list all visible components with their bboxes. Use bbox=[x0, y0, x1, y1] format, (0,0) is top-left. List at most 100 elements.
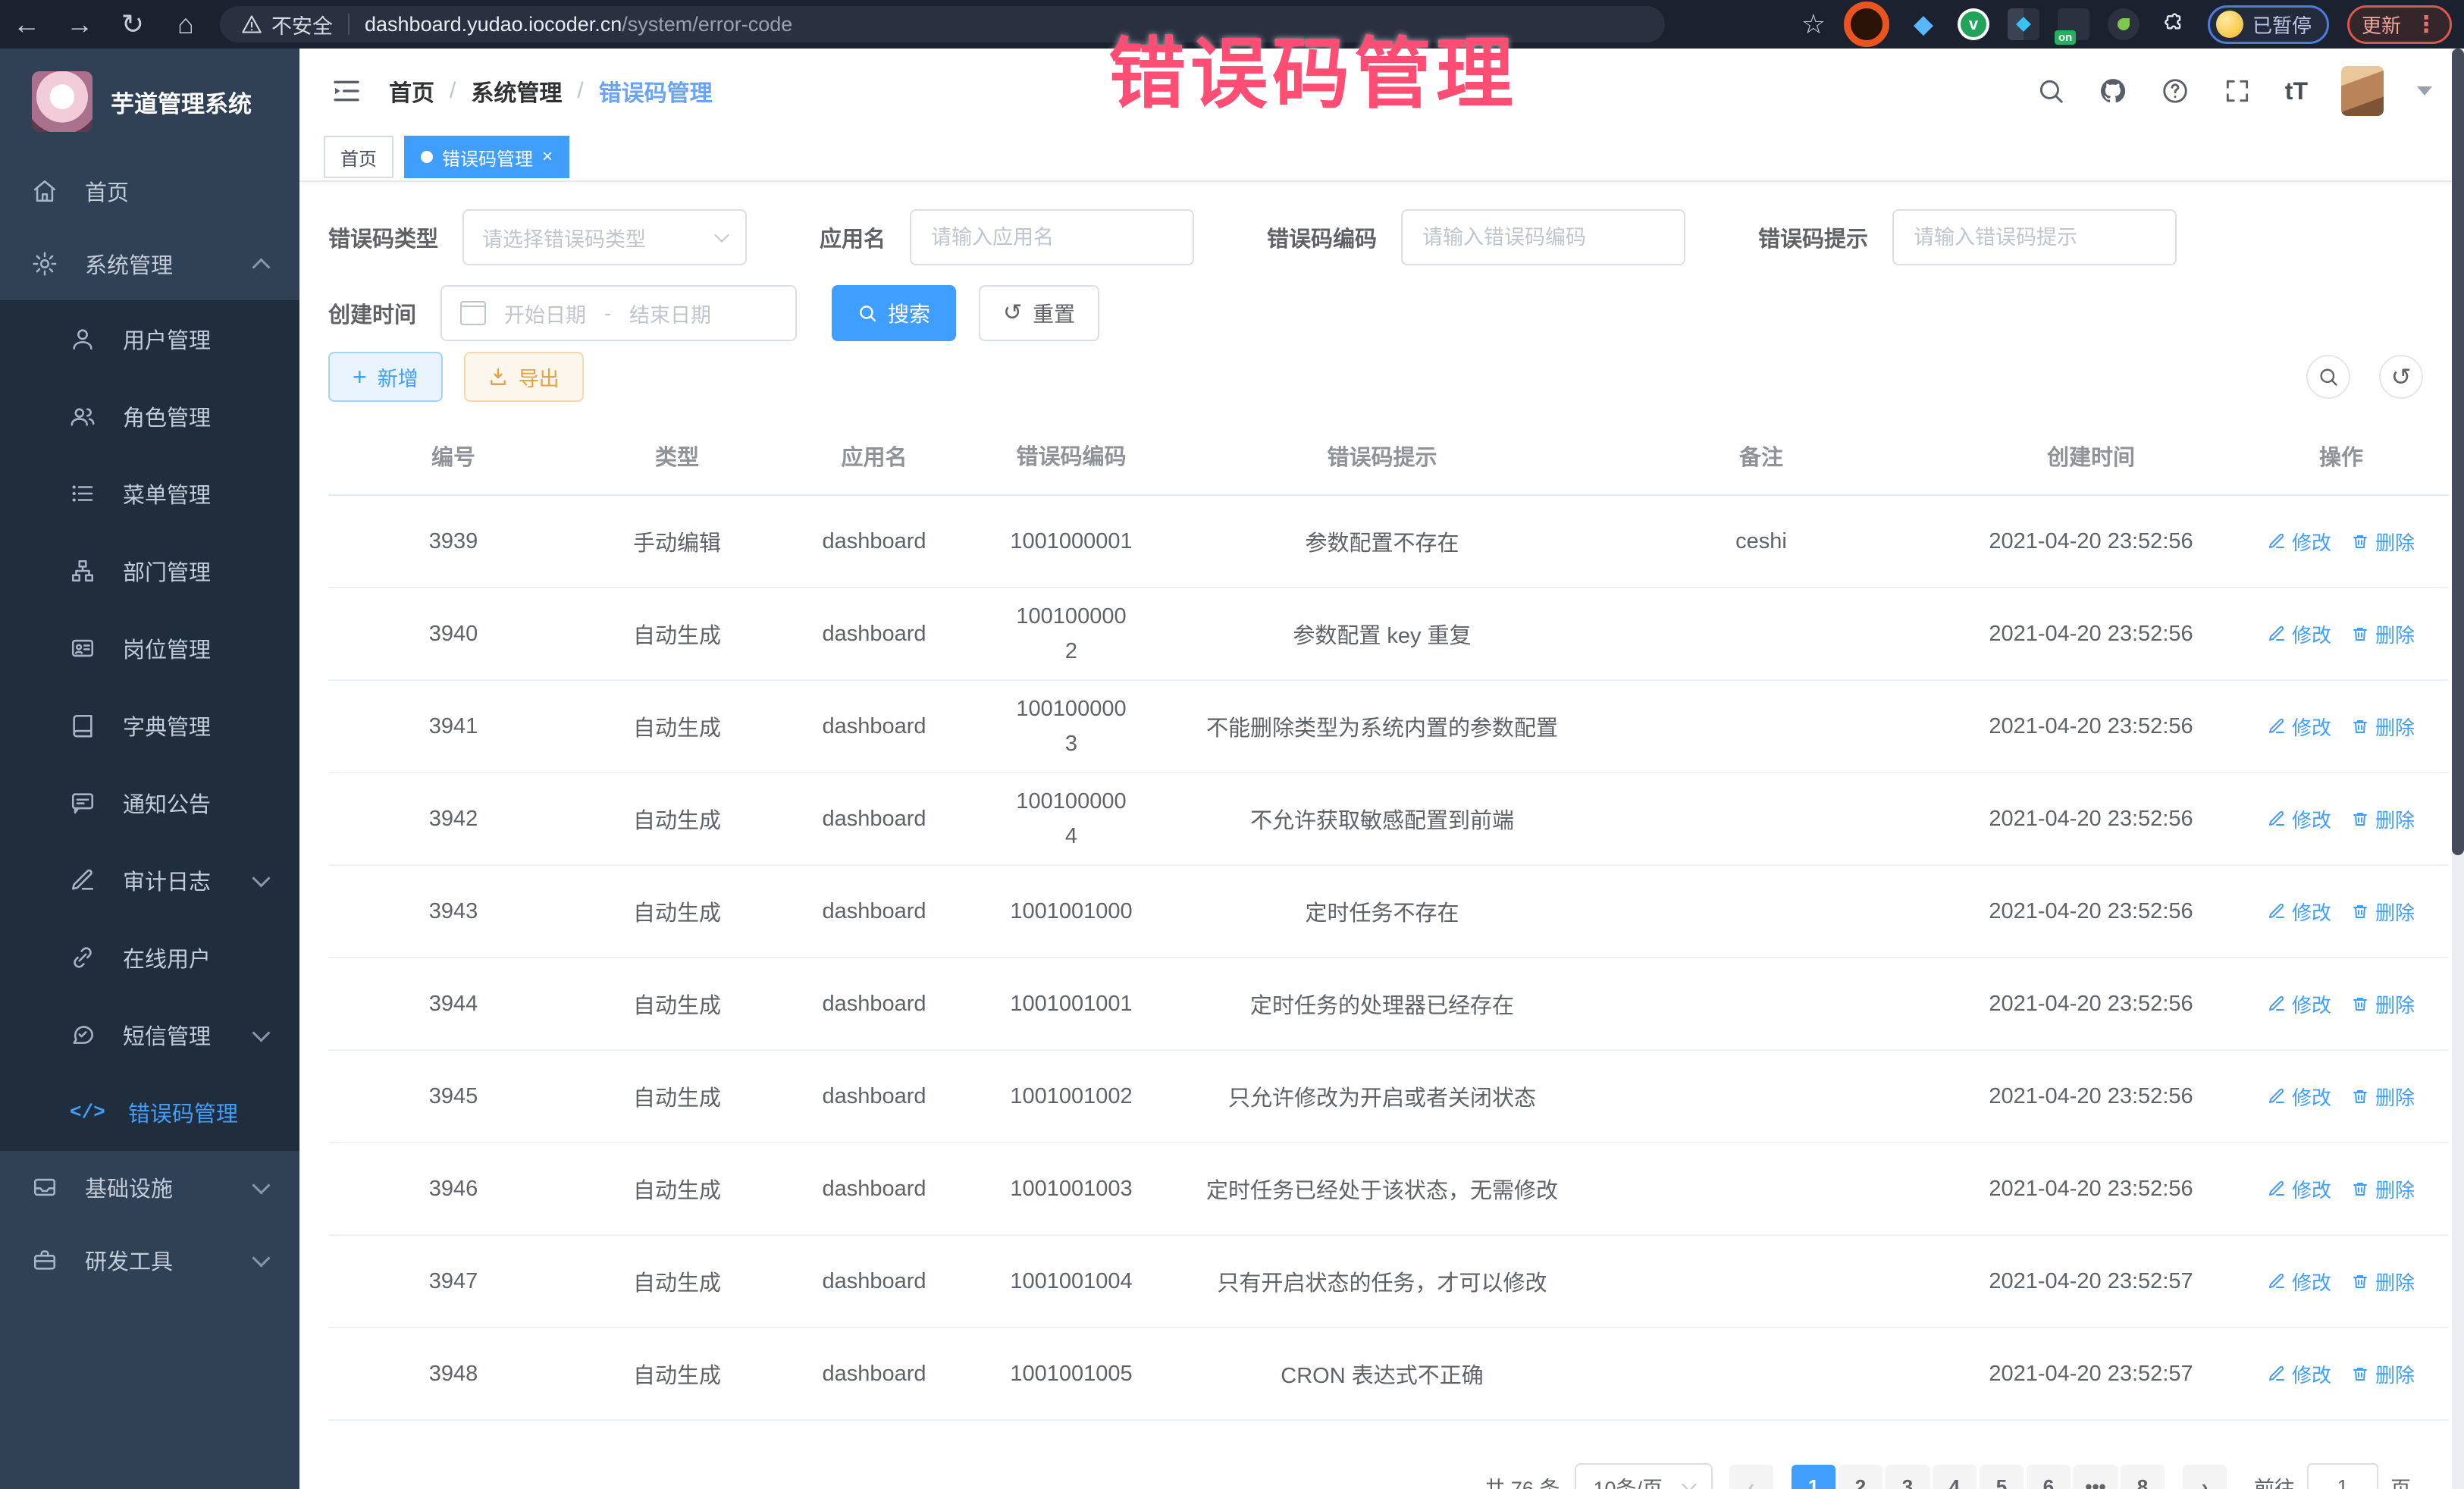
edit-link[interactable]: 修改 bbox=[2268, 528, 2331, 556]
sidebar-item-online-users[interactable]: 在线用户 bbox=[0, 919, 299, 996]
delete-link[interactable]: 删除 bbox=[2351, 1268, 2415, 1296]
list-icon bbox=[70, 481, 96, 506]
page-button[interactable]: 6 bbox=[2027, 1465, 2071, 1489]
collapse-sidebar-icon[interactable] bbox=[331, 76, 362, 106]
delete-link[interactable]: 删除 bbox=[2351, 990, 2415, 1018]
edit-link[interactable]: 修改 bbox=[2268, 1083, 2331, 1111]
edit-link[interactable]: 修改 bbox=[2268, 898, 2331, 926]
sidebar-item-users[interactable]: 用户管理 bbox=[0, 300, 299, 378]
fullscreen-icon[interactable] bbox=[2223, 77, 2252, 105]
error-type-select[interactable]: 请选择错误码类型 bbox=[462, 209, 747, 265]
toggle-search-button[interactable] bbox=[2306, 355, 2350, 399]
avatar-caret-icon[interactable] bbox=[2417, 86, 2432, 96]
security-label: 不安全 bbox=[271, 10, 333, 39]
goto-page-input[interactable] bbox=[2307, 1463, 2378, 1489]
add-button[interactable]: + 新增 bbox=[328, 352, 443, 402]
breadcrumb-system[interactable]: 系统管理 bbox=[471, 74, 562, 108]
edit-link[interactable]: 修改 bbox=[2268, 1360, 2331, 1388]
page-button[interactable]: 4 bbox=[1933, 1465, 1977, 1489]
sidebar-item-label: 岗位管理 bbox=[123, 632, 211, 664]
help-icon[interactable] bbox=[2161, 77, 2190, 105]
extension-pin-icon[interactable] bbox=[2108, 8, 2140, 40]
error-hint-input[interactable] bbox=[1912, 225, 2157, 250]
column-header: 错误码提示 bbox=[1170, 440, 1594, 475]
edit-link[interactable]: 修改 bbox=[2268, 1175, 2331, 1203]
sidebar-item-system[interactable]: 系统管理 bbox=[0, 227, 299, 300]
extension-switch-icon[interactable]: on bbox=[2058, 8, 2089, 40]
extensions-puzzle-icon[interactable] bbox=[2158, 8, 2190, 40]
cell-time: 2021-04-20 23:52:56 bbox=[1928, 1084, 2254, 1109]
prev-page-button[interactable]: ‹ bbox=[1729, 1465, 1773, 1489]
forward-icon[interactable]: → bbox=[53, 0, 106, 49]
not-secure-warning[interactable]: 不安全 bbox=[241, 10, 333, 39]
sidebar-item-notices[interactable]: 通知公告 bbox=[0, 764, 299, 842]
page-button[interactable]: 5 bbox=[1980, 1465, 2024, 1489]
sidebar-item-dev-tools[interactable]: 研发工具 bbox=[0, 1224, 299, 1296]
github-icon[interactable] bbox=[2099, 77, 2127, 105]
export-button[interactable]: 导出 bbox=[464, 352, 584, 402]
delete-link[interactable]: 删除 bbox=[2351, 898, 2415, 926]
cell-hint: CRON 表达式不正确 bbox=[1170, 1358, 1594, 1390]
scrollbar-thumb[interactable] bbox=[2452, 49, 2464, 855]
delete-link[interactable]: 删除 bbox=[2351, 1360, 2415, 1388]
sidebar-item-infrastructure[interactable]: 基础设施 bbox=[0, 1151, 299, 1224]
tag-home[interactable]: 首页 bbox=[324, 136, 393, 178]
font-size-icon[interactable]: tT bbox=[2285, 77, 2308, 105]
sidebar-item-roles[interactable]: 角色管理 bbox=[0, 378, 299, 455]
extension-ubuntu-icon[interactable] bbox=[1844, 2, 1889, 47]
sidebar-item-departments[interactable]: 部门管理 bbox=[0, 532, 299, 610]
edit-link[interactable]: 修改 bbox=[2268, 1268, 2331, 1296]
back-icon[interactable]: ← bbox=[0, 0, 53, 49]
delete-link[interactable]: 删除 bbox=[2351, 713, 2415, 741]
bookmark-star-icon[interactable]: ☆ bbox=[1801, 8, 1826, 40]
app-name-field bbox=[910, 209, 1194, 265]
error-code-input[interactable] bbox=[1421, 225, 1666, 250]
sidebar-item-home[interactable]: 首页 bbox=[0, 155, 299, 227]
extension-green-icon[interactable]: v bbox=[1958, 8, 1989, 40]
user-avatar[interactable] bbox=[2341, 66, 2384, 116]
search-icon[interactable] bbox=[2036, 77, 2065, 105]
delete-link[interactable]: 删除 bbox=[2351, 805, 2415, 833]
page-button[interactable]: 3 bbox=[1886, 1465, 1930, 1489]
date-range-picker[interactable]: 开始日期 - 结束日期 bbox=[440, 285, 797, 341]
search-button[interactable]: 搜索 bbox=[832, 285, 956, 341]
sidebar-item-posts[interactable]: 岗位管理 bbox=[0, 610, 299, 687]
edit-link[interactable]: 修改 bbox=[2268, 620, 2331, 648]
edit-link[interactable]: 修改 bbox=[2268, 805, 2331, 833]
page-size-select[interactable]: 10条/页 bbox=[1575, 1463, 1713, 1489]
delete-link[interactable]: 删除 bbox=[2351, 1083, 2415, 1111]
table-row: 3944 自动生成 dashboard 1001001001 定时任务的处理器已… bbox=[328, 958, 2449, 1051]
browser-update-button[interactable]: 更新 ⋮ bbox=[2347, 5, 2452, 44]
tag-close-icon[interactable]: × bbox=[542, 148, 553, 166]
sidebar-item-sms[interactable]: 短信管理 bbox=[0, 996, 299, 1074]
extension-grid-icon[interactable] bbox=[2008, 8, 2039, 40]
reset-button[interactable]: ↺ 重置 bbox=[979, 285, 1099, 341]
sidebar-item-dicts[interactable]: 字典管理 bbox=[0, 687, 299, 764]
refresh-table-button[interactable]: ↺ bbox=[2379, 355, 2423, 399]
home-icon[interactable]: ⌂ bbox=[159, 0, 212, 49]
page-button[interactable]: ••• bbox=[2074, 1465, 2118, 1489]
trash-icon bbox=[2351, 717, 2369, 735]
delete-link[interactable]: 删除 bbox=[2351, 620, 2415, 648]
app-name-input[interactable] bbox=[929, 225, 1174, 250]
edit-link[interactable]: 修改 bbox=[2268, 990, 2331, 1018]
reload-icon[interactable]: ↻ bbox=[106, 0, 159, 49]
profile-paused-badge[interactable]: 已暂停 bbox=[2208, 5, 2329, 44]
kebab-menu-icon[interactable]: ⋮ bbox=[2415, 11, 2437, 38]
cell-type: 自动生成 bbox=[578, 895, 776, 927]
sidebar-item-label: 短信管理 bbox=[123, 1019, 211, 1051]
delete-link[interactable]: 删除 bbox=[2351, 528, 2415, 556]
pencil-icon bbox=[2268, 532, 2286, 550]
sidebar-item-error-code[interactable]: </> 错误码管理 bbox=[0, 1074, 299, 1151]
breadcrumb-home[interactable]: 首页 bbox=[389, 74, 434, 108]
delete-link[interactable]: 删除 bbox=[2351, 1175, 2415, 1203]
extension-gem-icon[interactable]: ◆ bbox=[1908, 8, 1939, 40]
page-button[interactable]: 2 bbox=[1839, 1465, 1882, 1489]
tag-error-code[interactable]: 错误码管理 × bbox=[404, 136, 569, 178]
edit-link[interactable]: 修改 bbox=[2268, 713, 2331, 741]
next-page-button[interactable]: › bbox=[2183, 1465, 2227, 1489]
page-button[interactable]: 8 bbox=[2121, 1465, 2165, 1489]
page-button[interactable]: 1 bbox=[1792, 1465, 1835, 1489]
sidebar-item-audit-log[interactable]: 审计日志 bbox=[0, 842, 299, 919]
sidebar-item-menus[interactable]: 菜单管理 bbox=[0, 455, 299, 532]
